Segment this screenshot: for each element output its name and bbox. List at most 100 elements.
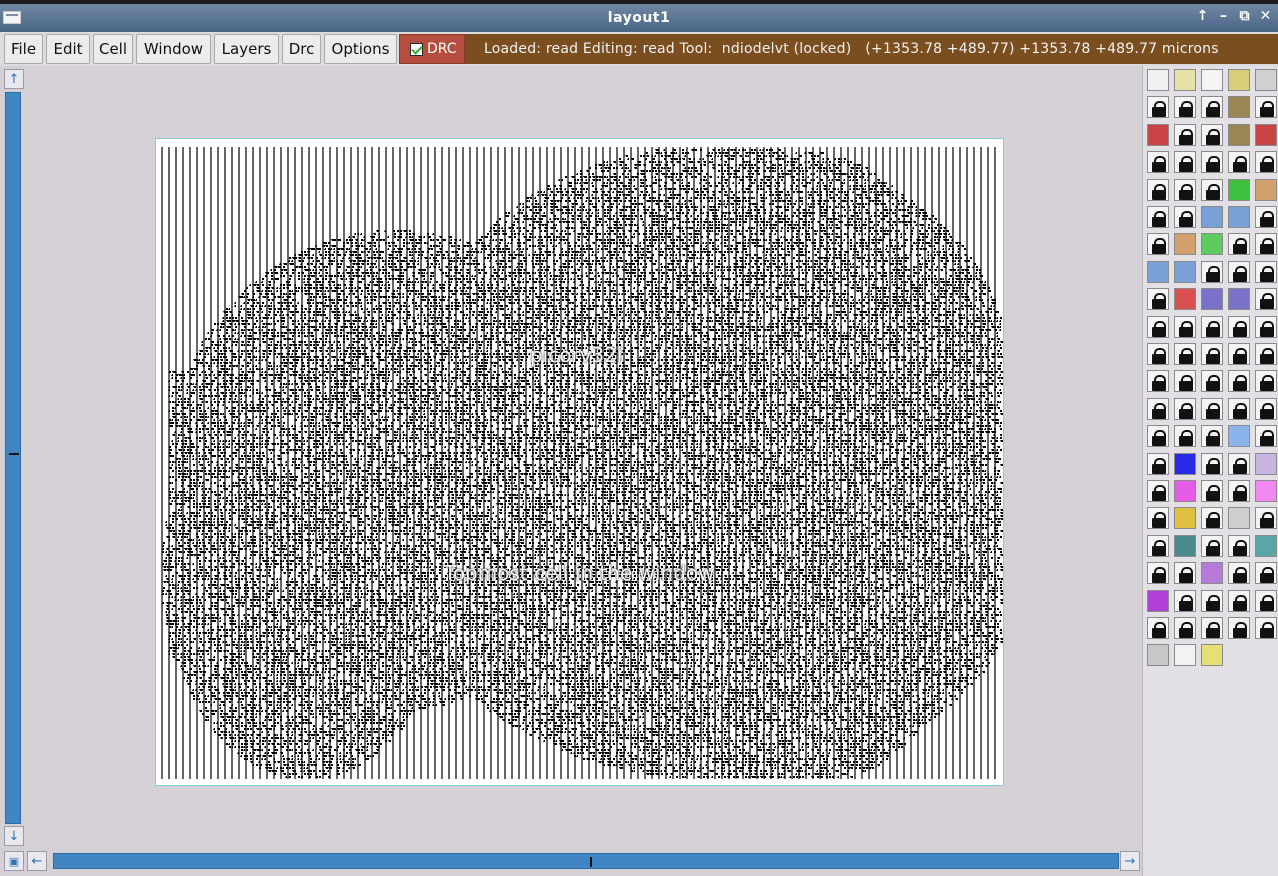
layer-chip[interactable] — [1255, 123, 1277, 146]
locked-layer-chip[interactable] — [1201, 534, 1223, 557]
cell-layout-view[interactable]: picorv32i Topmost cell in the window — [155, 138, 1004, 786]
minimize-icon[interactable]: – — [1215, 8, 1232, 24]
drc-toggle[interactable]: DRC — [399, 34, 465, 64]
locked-layer-chip[interactable] — [1255, 233, 1277, 256]
locked-layer-chip[interactable] — [1201, 260, 1223, 283]
menu-options[interactable]: Options — [324, 34, 397, 64]
locked-layer-chip[interactable] — [1255, 96, 1277, 119]
layer-chip[interactable] — [1147, 69, 1169, 91]
locked-layer-chip[interactable] — [1201, 452, 1223, 475]
locked-layer-chip[interactable] — [1147, 507, 1169, 530]
scroll-down-button[interactable]: ↓ — [4, 826, 24, 846]
locked-layer-chip[interactable] — [1255, 397, 1277, 420]
locked-layer-chip[interactable] — [1147, 315, 1169, 338]
horizontal-scrollbar[interactable]: ▣ ← → — [3, 850, 1143, 872]
scroll-right-button[interactable]: → — [1120, 851, 1140, 871]
locked-layer-chip[interactable] — [1255, 260, 1277, 283]
layer-chip[interactable] — [1201, 562, 1223, 585]
locked-layer-chip[interactable] — [1255, 589, 1277, 612]
locked-layer-chip[interactable] — [1228, 233, 1250, 256]
layer-chip[interactable] — [1228, 425, 1250, 448]
menu-window[interactable]: Window — [136, 34, 211, 64]
locked-layer-chip[interactable] — [1255, 343, 1277, 365]
raise-icon[interactable]: ↑ — [1194, 8, 1211, 24]
locked-layer-chip[interactable] — [1228, 480, 1250, 502]
locked-layer-chip[interactable] — [1201, 315, 1223, 338]
locked-layer-chip[interactable] — [1174, 343, 1196, 365]
locked-layer-chip[interactable] — [1147, 617, 1169, 639]
locked-layer-chip[interactable] — [1201, 480, 1223, 502]
layer-chip[interactable] — [1174, 288, 1196, 311]
layout-canvas[interactable]: picorv32i Topmost cell in the window — [27, 66, 1141, 848]
locked-layer-chip[interactable] — [1174, 206, 1196, 228]
locked-layer-chip[interactable] — [1201, 370, 1223, 393]
locked-layer-chip[interactable] — [1228, 562, 1250, 585]
locked-layer-chip[interactable] — [1147, 480, 1169, 502]
locked-layer-chip[interactable] — [1174, 617, 1196, 639]
layer-chip[interactable] — [1228, 507, 1250, 530]
drc-checkbox[interactable] — [410, 42, 423, 56]
horizontal-scroll-thumb[interactable] — [590, 857, 592, 867]
layer-chip[interactable] — [1201, 69, 1223, 91]
layer-chip[interactable] — [1228, 123, 1250, 146]
layer-chip[interactable] — [1201, 233, 1223, 256]
locked-layer-chip[interactable] — [1174, 151, 1196, 174]
locked-layer-chip[interactable] — [1228, 452, 1250, 475]
locked-layer-chip[interactable] — [1255, 425, 1277, 448]
locked-layer-chip[interactable] — [1174, 96, 1196, 119]
scroll-left-button[interactable]: ← — [27, 851, 47, 871]
vertical-scroll-track[interactable] — [5, 92, 21, 824]
horizontal-scroll-track[interactable] — [53, 853, 1119, 869]
scroll-corner-button[interactable]: ▣ — [4, 851, 24, 871]
layer-chip[interactable] — [1147, 260, 1169, 283]
locked-layer-chip[interactable] — [1174, 178, 1196, 201]
locked-layer-chip[interactable] — [1147, 288, 1169, 311]
locked-layer-chip[interactable] — [1228, 589, 1250, 612]
locked-layer-chip[interactable] — [1201, 507, 1223, 530]
locked-layer-chip[interactable] — [1201, 397, 1223, 420]
locked-layer-chip[interactable] — [1201, 343, 1223, 365]
layer-chip[interactable] — [1255, 480, 1277, 502]
locked-layer-chip[interactable] — [1174, 315, 1196, 338]
layer-chip[interactable] — [1228, 178, 1250, 201]
menu-file[interactable]: File — [4, 34, 43, 64]
layer-chip[interactable] — [1228, 69, 1250, 91]
layer-chip[interactable] — [1255, 178, 1277, 201]
layer-chip[interactable] — [1255, 452, 1277, 475]
locked-layer-chip[interactable] — [1201, 425, 1223, 448]
locked-layer-chip[interactable] — [1147, 425, 1169, 448]
maximize-icon[interactable]: ⧉ — [1236, 8, 1253, 24]
locked-layer-chip[interactable] — [1228, 151, 1250, 174]
locked-layer-chip[interactable] — [1228, 397, 1250, 420]
layer-chip[interactable] — [1228, 288, 1250, 311]
layer-chip[interactable] — [1174, 534, 1196, 557]
window-menu-icon[interactable] — [3, 11, 21, 24]
locked-layer-chip[interactable] — [1255, 617, 1277, 639]
locked-layer-chip[interactable] — [1201, 123, 1223, 146]
layer-chip[interactable] — [1228, 96, 1250, 119]
locked-layer-chip[interactable] — [1147, 452, 1169, 475]
locked-layer-chip[interactable] — [1147, 151, 1169, 174]
layer-chip[interactable] — [1228, 206, 1250, 228]
layer-chip[interactable] — [1174, 480, 1196, 502]
locked-layer-chip[interactable] — [1255, 288, 1277, 311]
locked-layer-chip[interactable] — [1147, 562, 1169, 585]
locked-layer-chip[interactable] — [1228, 260, 1250, 283]
menu-cell[interactable]: Cell — [93, 34, 133, 64]
layer-chip[interactable] — [1255, 534, 1277, 557]
menu-layers[interactable]: Layers — [214, 34, 279, 64]
locked-layer-chip[interactable] — [1255, 315, 1277, 338]
layer-chip[interactable] — [1174, 260, 1196, 283]
layer-chip[interactable] — [1174, 507, 1196, 530]
locked-layer-chip[interactable] — [1174, 370, 1196, 393]
layer-chip[interactable] — [1201, 206, 1223, 228]
layer-chip[interactable] — [1147, 123, 1169, 146]
vertical-scrollbar[interactable]: ↑ ↓ — [3, 68, 25, 850]
locked-layer-chip[interactable] — [1147, 206, 1169, 228]
locked-layer-chip[interactable] — [1147, 233, 1169, 256]
locked-layer-chip[interactable] — [1228, 343, 1250, 365]
locked-layer-chip[interactable] — [1201, 589, 1223, 612]
layer-chip[interactable] — [1255, 69, 1277, 91]
layer-chip[interactable] — [1174, 644, 1196, 667]
locked-layer-chip[interactable] — [1174, 397, 1196, 420]
